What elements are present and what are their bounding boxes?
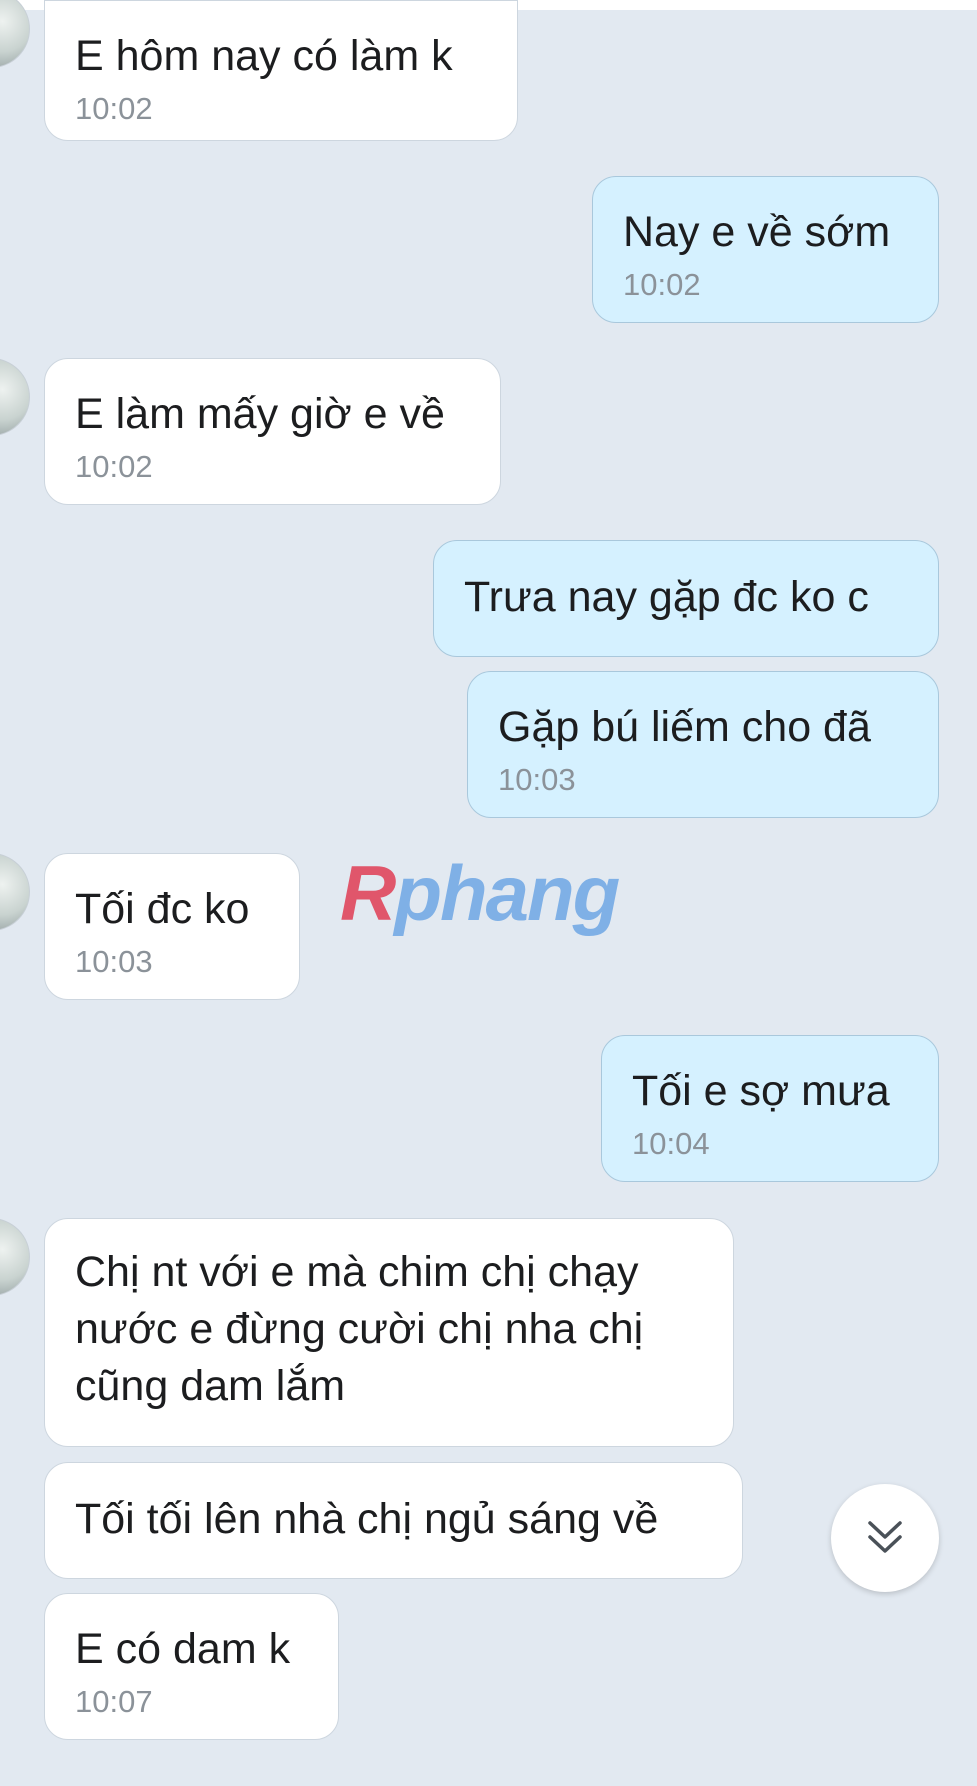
message-time: 10:03 (75, 944, 153, 979)
message-time: 10:07 (75, 1684, 153, 1719)
message-text: Trưa nay gặp đc ko c (464, 573, 869, 621)
message-text: Nay e về sớm (623, 208, 891, 256)
message-text: E hôm nay có làm k (75, 32, 453, 80)
message-bubble-incoming[interactable]: Tối đc ko 10:03 (44, 853, 300, 1000)
message-bubble-outgoing[interactable]: Tối e sợ mưa 10:04 (601, 1035, 939, 1182)
message-text: Gặp bú liếm cho đã (498, 703, 871, 751)
message-bubble-incoming[interactable]: E làm mấy giờ e về 10:02 (44, 358, 501, 505)
message-text: Chị nt với e mà chim chị chạy nước e đừn… (75, 1248, 644, 1410)
message-bubble-incoming[interactable]: Chị nt với e mà chim chị chạy nước e đừn… (44, 1218, 734, 1447)
message-bubble-outgoing[interactable]: Gặp bú liếm cho đã 10:03 (467, 671, 939, 818)
message-bubble-incoming[interactable]: Tối tối lên nhà chị ngủ sáng về (44, 1462, 743, 1579)
watermark-text: phang (394, 849, 620, 937)
message-text: Tối đc ko (75, 885, 250, 933)
message-text: Tối e sợ mưa (632, 1067, 890, 1115)
message-bubble-incoming[interactable]: E có dam k 10:07 (44, 1593, 339, 1740)
contact-avatar[interactable] (0, 853, 30, 931)
contact-avatar[interactable] (0, 0, 30, 68)
message-text: E làm mấy giờ e về (75, 390, 445, 438)
message-text: Tối tối lên nhà chị ngủ sáng về (75, 1495, 659, 1543)
watermark-logo: Rphang (340, 848, 620, 939)
message-time: 10:03 (498, 762, 576, 797)
contact-avatar[interactable] (0, 1218, 30, 1296)
message-time: 10:02 (75, 449, 153, 484)
message-time: 10:02 (75, 91, 153, 126)
message-bubble-outgoing[interactable]: Trưa nay gặp đc ko c (433, 540, 939, 657)
message-time: 10:02 (623, 267, 701, 302)
message-time: 10:04 (632, 1126, 710, 1161)
contact-avatar[interactable] (0, 358, 30, 436)
watermark-letter: R (340, 849, 396, 937)
message-bubble-outgoing[interactable]: Nay e về sớm 10:02 (592, 176, 939, 323)
scroll-to-bottom-button[interactable] (831, 1484, 939, 1592)
message-bubble-incoming[interactable]: E hôm nay có làm k 10:02 (44, 0, 518, 141)
message-text: E có dam k (75, 1625, 291, 1673)
double-chevron-down-icon (868, 1521, 902, 1553)
